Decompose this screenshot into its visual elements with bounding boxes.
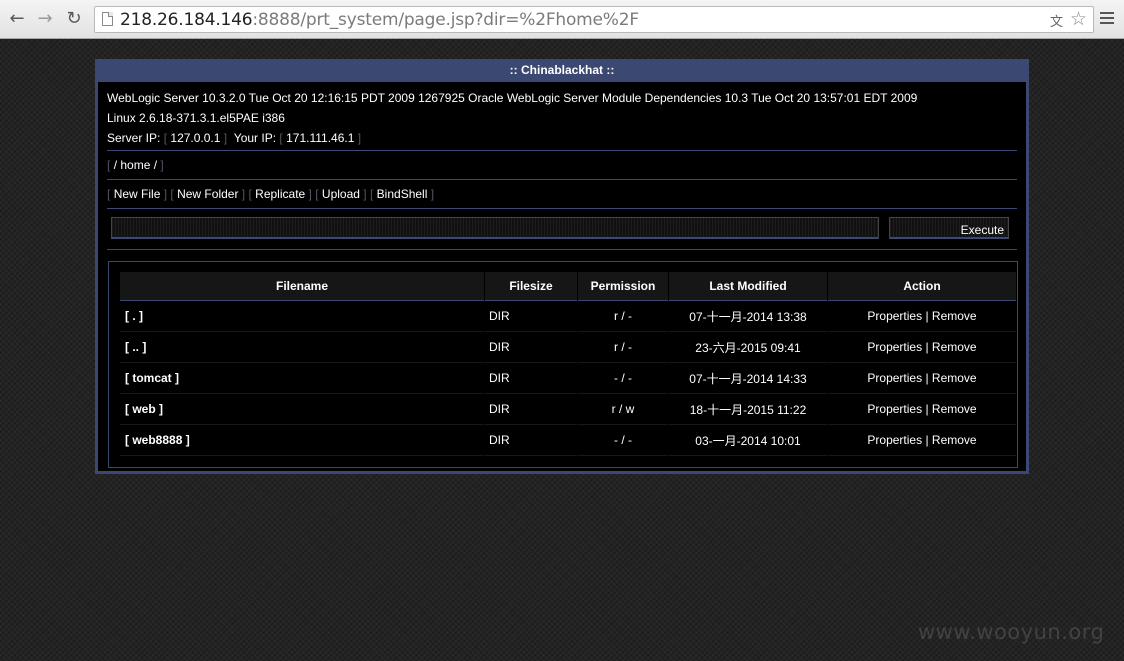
filesize-cell: DIR xyxy=(485,301,577,332)
new-file-link[interactable]: New File xyxy=(114,187,161,201)
forward-arrow-icon[interactable]: → xyxy=(34,8,56,30)
properties-link[interactable]: Properties xyxy=(867,402,922,416)
folder-link[interactable]: [ web8888 ] xyxy=(125,433,190,447)
file-table: Filename Filesize Permission Last Modifi… xyxy=(119,272,1017,456)
browser-toolbar: ← → ↻ 218.26.184.146:8888/prt_system/pag… xyxy=(0,0,1124,39)
translate-icon[interactable]: 文 xyxy=(1050,11,1063,30)
properties-link[interactable]: Properties xyxy=(867,309,922,323)
folder-link[interactable]: [ .. ] xyxy=(125,340,146,354)
toolbar: [ New File ] [ New Folder ] [ Replicate … xyxy=(107,187,435,201)
modified-cell: 18-十一月-2015 11:22 xyxy=(669,394,827,425)
command-row: Execute xyxy=(107,209,1017,249)
replicate-link[interactable]: Replicate xyxy=(255,187,305,201)
table-row: [ .. ] DIR r / - 23-六月-2015 09:41 Proper… xyxy=(120,332,1016,363)
header-permission: Permission xyxy=(578,272,668,301)
panel-title: :: Chinablackhat :: xyxy=(95,59,1029,82)
your-ip: 171.111.46.1 xyxy=(286,131,355,145)
execute-button[interactable]: Execute xyxy=(889,217,1009,239)
permission-cell: r / - xyxy=(578,301,668,332)
header-filesize: Filesize xyxy=(485,272,577,301)
os-info: Linux 2.6.18-371.3.1.el5PAE i386 xyxy=(107,111,285,125)
server-info: WebLogic Server 10.3.2.0 Tue Oct 20 12:1… xyxy=(107,91,918,105)
server-ip-label: Server IP: xyxy=(107,131,161,145)
folder-link[interactable]: [ web ] xyxy=(125,402,163,416)
modified-cell: 07-十一月-2014 13:38 xyxy=(669,301,827,332)
table-header-row: Filename Filesize Permission Last Modifi… xyxy=(120,272,1016,301)
new-folder-link[interactable]: New Folder xyxy=(177,187,238,201)
filesize-cell: DIR xyxy=(485,363,577,394)
properties-link[interactable]: Properties xyxy=(867,340,922,354)
server-ip: 127.0.0.1 xyxy=(170,131,221,145)
table-row: [ web ] DIR r / w 18-十一月-2015 11:22 Prop… xyxy=(120,394,1016,425)
modified-cell: 23-六月-2015 09:41 xyxy=(669,332,827,363)
remove-link[interactable]: Remove xyxy=(932,340,977,354)
watermark: www.wooyun.org xyxy=(918,620,1105,644)
folder-link[interactable]: [ tomcat ] xyxy=(125,371,179,385)
permission-cell: - / - xyxy=(578,425,668,456)
table-row: [ . ] DIR r / - 07-十一月-2014 13:38 Proper… xyxy=(120,301,1016,332)
bindshell-link[interactable]: BindShell xyxy=(377,187,428,201)
back-arrow-icon[interactable]: ← xyxy=(6,8,28,30)
path-link[interactable]: / home / xyxy=(114,158,157,172)
ip-info: Server IP: [ 127.0.0.1 ] Your IP: [ 171.… xyxy=(107,131,362,145)
filesize-cell: DIR xyxy=(485,332,577,363)
bookmark-star-icon[interactable]: ☆ xyxy=(1070,8,1087,30)
header-last-modified: Last Modified xyxy=(669,272,827,301)
upload-link[interactable]: Upload xyxy=(322,187,360,201)
url-host: 218.26.184.146 xyxy=(120,10,253,30)
modified-cell: 07-十一月-2014 14:33 xyxy=(669,363,827,394)
your-ip-label: Your IP: xyxy=(233,131,277,145)
remove-link[interactable]: Remove xyxy=(932,371,977,385)
reload-icon[interactable]: ↻ xyxy=(63,8,85,30)
permission-cell: r / w xyxy=(578,394,668,425)
shell-panel: :: Chinablackhat :: WebLogic Server 10.3… xyxy=(95,59,1029,474)
permission-cell: - / - xyxy=(578,363,668,394)
file-list-box: Filename Filesize Permission Last Modifi… xyxy=(108,261,1018,468)
menu-icon[interactable] xyxy=(1100,12,1114,26)
table-row: [ tomcat ] DIR - / - 07-十一月-2014 14:33 P… xyxy=(120,363,1016,394)
command-input[interactable] xyxy=(111,217,879,239)
filesize-cell: DIR xyxy=(485,425,577,456)
header-action: Action xyxy=(828,272,1016,301)
header-filename: Filename xyxy=(120,272,484,301)
properties-link[interactable]: Properties xyxy=(867,371,922,385)
folder-link[interactable]: [ . ] xyxy=(125,309,143,323)
url-path: :8888/prt_system/page.jsp?dir=%2Fhome%2F xyxy=(252,10,639,30)
modified-cell: 03-一月-2014 10:01 xyxy=(669,425,827,456)
page-icon xyxy=(102,12,113,26)
remove-link[interactable]: Remove xyxy=(932,433,977,447)
table-row: [ web8888 ] DIR - / - 03-一月-2014 10:01 P… xyxy=(120,425,1016,456)
url-text[interactable]: 218.26.184.146:8888/prt_system/page.jsp?… xyxy=(120,10,639,30)
breadcrumb: [ / home / ] xyxy=(107,158,164,172)
remove-link[interactable]: Remove xyxy=(932,402,977,416)
remove-link[interactable]: Remove xyxy=(932,309,977,323)
filesize-cell: DIR xyxy=(485,394,577,425)
address-bar[interactable]: 218.26.184.146:8888/prt_system/page.jsp?… xyxy=(94,6,1094,33)
properties-link[interactable]: Properties xyxy=(867,433,922,447)
permission-cell: r / - xyxy=(578,332,668,363)
